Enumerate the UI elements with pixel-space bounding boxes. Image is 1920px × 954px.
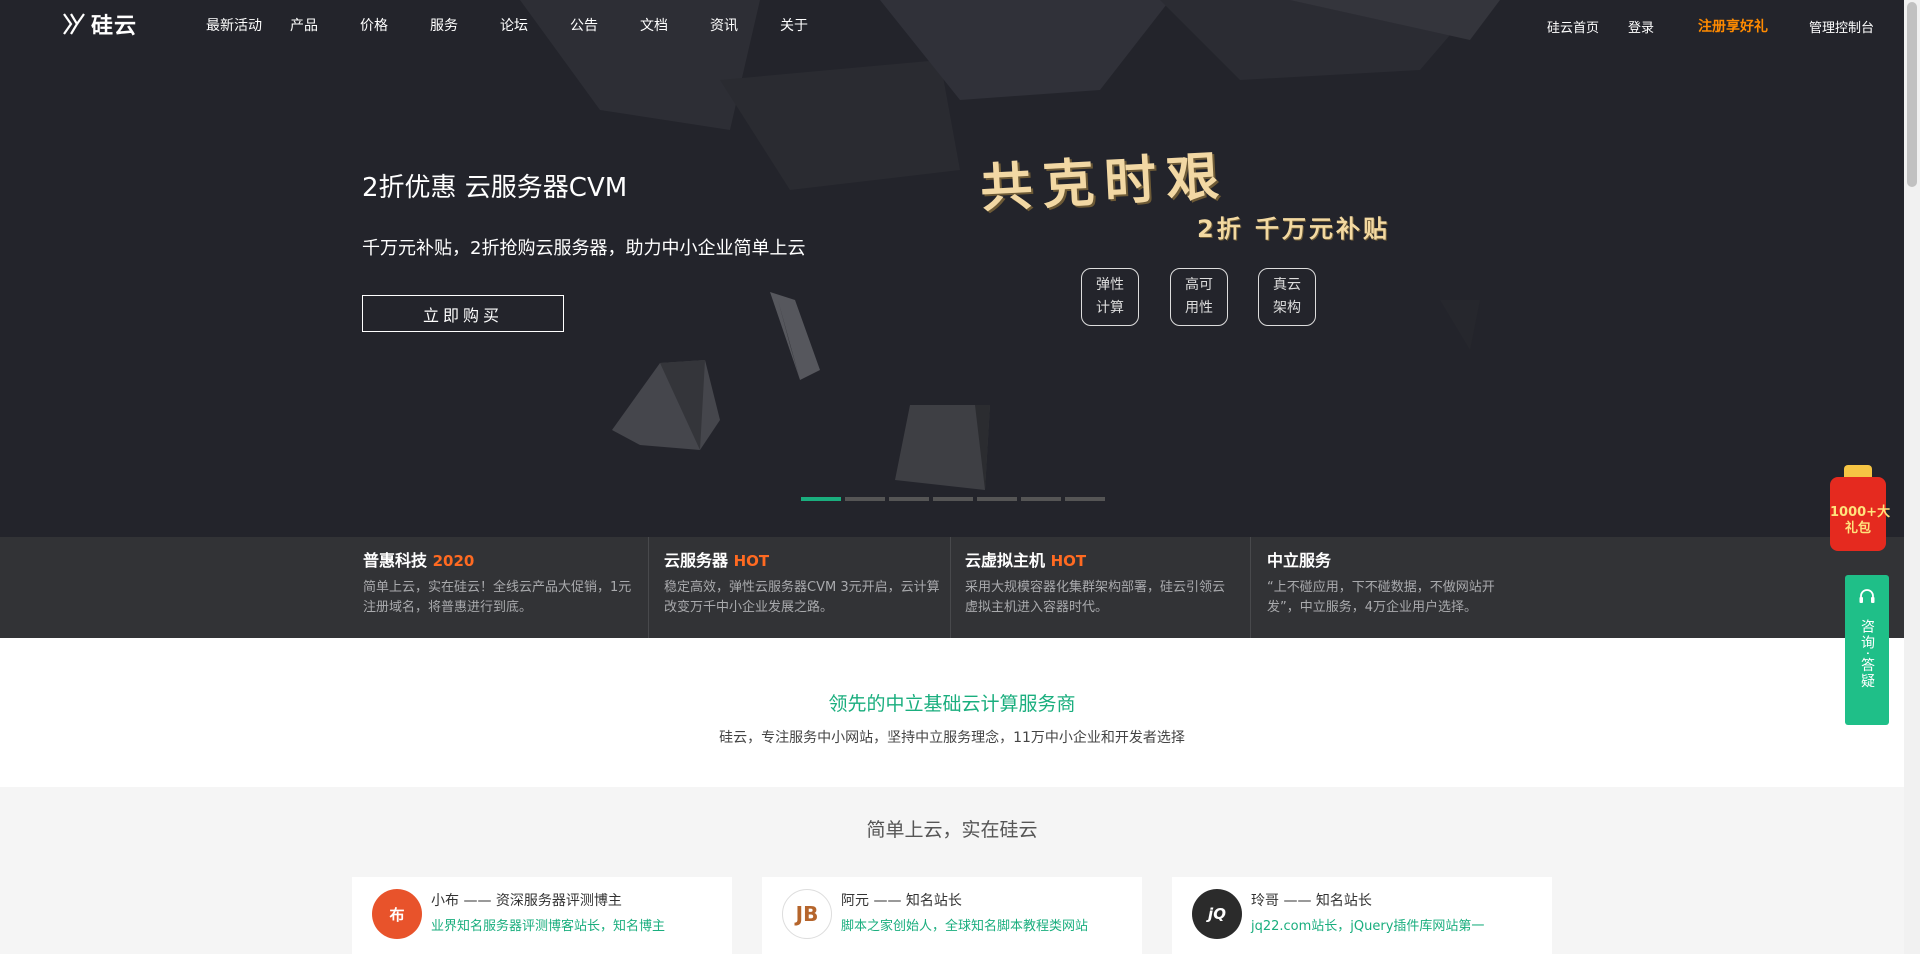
- carousel-dot[interactable]: [889, 497, 929, 501]
- consult-label: 咨询·答疑: [1859, 619, 1875, 690]
- carousel-dot[interactable]: [1065, 497, 1105, 501]
- carousel-dot[interactable]: [1021, 497, 1061, 501]
- nav-register-link[interactable]: 注册享好礼: [1698, 16, 1768, 36]
- testimonial-card[interactable]: 布 小布 —— 资深服务器评测博主 业界知名服务器评测博客站长，知名博主: [352, 877, 732, 954]
- hero-subtitle: 千万元补贴，2折抢购云服务器，助力中小企业简单上云: [362, 238, 806, 259]
- logo[interactable]: 硅云: [60, 10, 138, 39]
- nav-item-products[interactable]: 产品: [290, 15, 360, 35]
- gift-package-badge[interactable]: 1000+大礼包: [1824, 463, 1896, 558]
- carousel-dot[interactable]: [801, 497, 841, 501]
- nav-login-link[interactable]: 登录: [1628, 17, 1654, 36]
- logo-mark-icon: [63, 13, 85, 35]
- testimonial-name: 小布 —— 资深服务器评测博主: [431, 893, 622, 909]
- logo-text: 硅云: [91, 14, 138, 39]
- carousel-indicators: [801, 497, 1109, 501]
- feature-item[interactable]: 普惠科技 2020 简单上云，实在硅云！全线云产品大促销，1元注册域名，将普惠进…: [363, 537, 643, 638]
- avatar: 布: [372, 889, 422, 939]
- nav-item-services[interactable]: 服务: [430, 15, 500, 35]
- nav-home-link[interactable]: 硅云首页: [1547, 17, 1599, 36]
- feature-desc: 简单上云，实在硅云！全线云产品大促销，1元注册域名，将普惠进行到底。: [363, 580, 632, 615]
- nav-item-pricing[interactable]: 价格: [360, 15, 430, 35]
- page-scrollbar[interactable]: [1904, 0, 1920, 954]
- feature-desc: 采用大规模容器化集群架构部署，硅云引领云虚拟主机进入容器时代。: [965, 580, 1226, 615]
- nav-item-notices[interactable]: 公告: [570, 15, 640, 35]
- intro-subtitle: 硅云，专注服务中小网站，坚持中立服务理念，11万中小企业和开发者选择: [719, 730, 1185, 746]
- testimonial-name: 玲哥 —— 知名站长: [1251, 893, 1372, 909]
- pill-true-cloud: 真云架构: [1258, 268, 1316, 326]
- nav-console-link[interactable]: 管理控制台: [1809, 17, 1874, 36]
- hero-art-title: 共克时艰: [978, 145, 1230, 220]
- carousel-dot[interactable]: [845, 497, 885, 501]
- nav-item-activities[interactable]: 最新活动: [206, 15, 290, 35]
- buy-now-button[interactable]: 立即购买: [362, 295, 564, 332]
- feature-title: 中立服务: [1267, 551, 1332, 570]
- testimonial-desc: 业界知名服务器评测博客站长，知名博主: [431, 919, 666, 934]
- hero-background-art: [520, 0, 1500, 490]
- top-nav: 硅云 最新活动 产品 价格 服务 论坛 公告 文档 资讯 关于 硅云首页 登录 …: [0, 0, 1904, 50]
- feature-desc: “上不碰应用，下不碰数据，不做网站开发”，中立服务，4万企业用户选择。: [1267, 580, 1495, 615]
- pill-high-availability: 高可用性: [1170, 268, 1228, 326]
- divider: [648, 537, 649, 638]
- intro-section: 领先的中立基础云计算服务商 硅云，专注服务中小网站，坚持中立服务理念，11万中小…: [0, 638, 1904, 787]
- divider: [950, 537, 951, 638]
- testimonial-name: 阿元 —— 知名站长: [841, 893, 962, 909]
- gift-label: 1000+大礼包: [1830, 477, 1890, 551]
- hero-banner: 硅云 最新活动 产品 价格 服务 论坛 公告 文档 资讯 关于 硅云首页 登录 …: [0, 0, 1904, 537]
- feature-item[interactable]: 云虚拟主机 HOT 采用大规模容器化集群架构部署，硅云引领云虚拟主机进入容器时代…: [965, 537, 1233, 638]
- carousel-dot[interactable]: [933, 497, 973, 501]
- nav-item-docs[interactable]: 文档: [640, 15, 710, 35]
- intro-title: 领先的中立基础云计算服务商: [828, 693, 1076, 715]
- testimonial-card[interactable]: jQ 玲哥 —— 知名站长 jq22.com站长，jQuery插件库网站第一: [1172, 877, 1552, 954]
- feature-title: 云服务器 HOT: [664, 551, 770, 570]
- feature-title: 普惠科技 2020: [363, 551, 475, 570]
- hero-art-subtitle: 2折 千万元补贴: [1197, 215, 1391, 243]
- avatar: jQ: [1192, 889, 1242, 939]
- avatar: JB: [782, 889, 832, 939]
- feature-tag: 2020: [432, 552, 475, 570]
- feature-item[interactable]: 中立服务 “上不碰应用，下不碰数据，不做网站开发”，中立服务，4万企业用户选择。: [1267, 537, 1517, 638]
- nav-item-about[interactable]: 关于: [780, 15, 830, 35]
- feature-title: 云虚拟主机 HOT: [965, 551, 1087, 570]
- hero-title: 2折优惠 云服务器CVM: [362, 173, 628, 203]
- feature-item[interactable]: 云服务器 HOT 稳定高效，弹性云服务器CVM 3元开启，云计算改变万千中小企业…: [664, 537, 949, 638]
- testimonial-desc: jq22.com站长，jQuery插件库网站第一: [1251, 919, 1485, 934]
- scrollbar-thumb[interactable]: [1907, 2, 1917, 187]
- feature-tag: HOT: [1050, 552, 1087, 570]
- feature-strip: 普惠科技 2020 简单上云，实在硅云！全线云产品大促销，1元注册域名，将普惠进…: [0, 537, 1904, 638]
- nav-item-news[interactable]: 资讯: [710, 15, 780, 35]
- carousel-dot[interactable]: [977, 497, 1017, 501]
- testimonial-desc: 脚本之家创始人，全球知名脚本教程类网站: [841, 919, 1089, 934]
- nav-menu: 最新活动 产品 价格 服务 论坛 公告 文档 资讯 关于: [206, 15, 830, 35]
- testimonials-section: 简单上云，实在硅云 布 小布 —— 资深服务器评测博主 业界知名服务器评测博客站…: [0, 787, 1904, 954]
- headset-icon: [1859, 589, 1875, 603]
- testimonial-card[interactable]: JB 阿元 —— 知名站长 脚本之家创始人，全球知名脚本教程类网站: [762, 877, 1142, 954]
- testimonials-title: 简单上云，实在硅云: [866, 819, 1038, 841]
- divider: [1250, 537, 1251, 638]
- pill-elastic-compute: 弹性计算: [1081, 268, 1139, 326]
- consult-button[interactable]: 咨询·答疑: [1845, 575, 1889, 725]
- feature-desc: 稳定高效，弹性云服务器CVM 3元开启，云计算改变万千中小企业发展之路。: [664, 580, 940, 615]
- feature-tag: HOT: [733, 552, 770, 570]
- nav-item-forum[interactable]: 论坛: [500, 15, 570, 35]
